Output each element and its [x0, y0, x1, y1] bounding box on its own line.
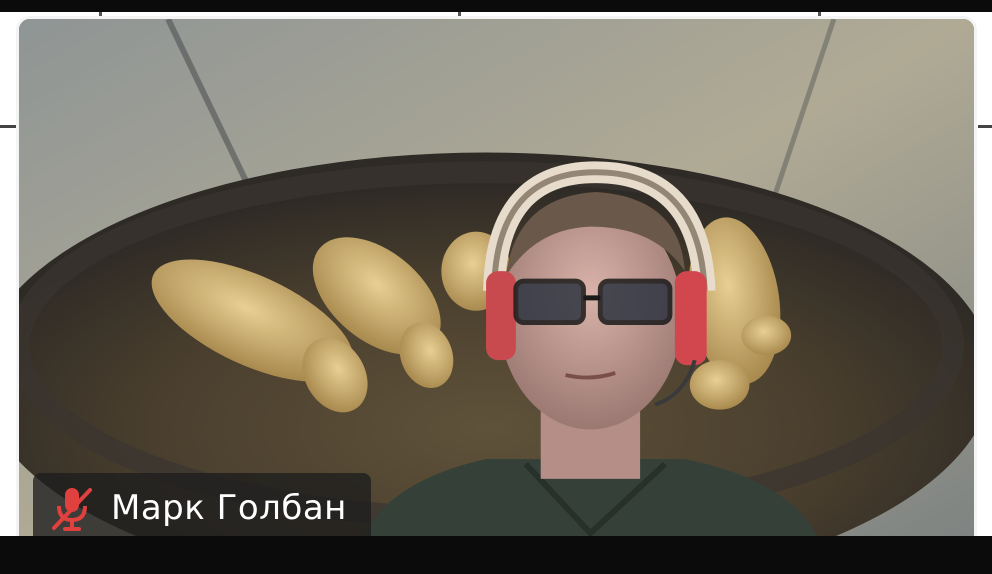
participant-name-tag: Марк Голбан: [33, 473, 371, 543]
participant-video-tile[interactable]: Марк Голбан: [16, 16, 977, 556]
participant-name: Марк Голбан: [111, 488, 347, 528]
bottom-bar: [0, 536, 992, 574]
tile-divider-right: [978, 125, 992, 128]
mic-muted-icon: [43, 479, 101, 537]
video-call-screen: Марк Голбан: [0, 0, 992, 574]
top-bar: [0, 0, 992, 12]
